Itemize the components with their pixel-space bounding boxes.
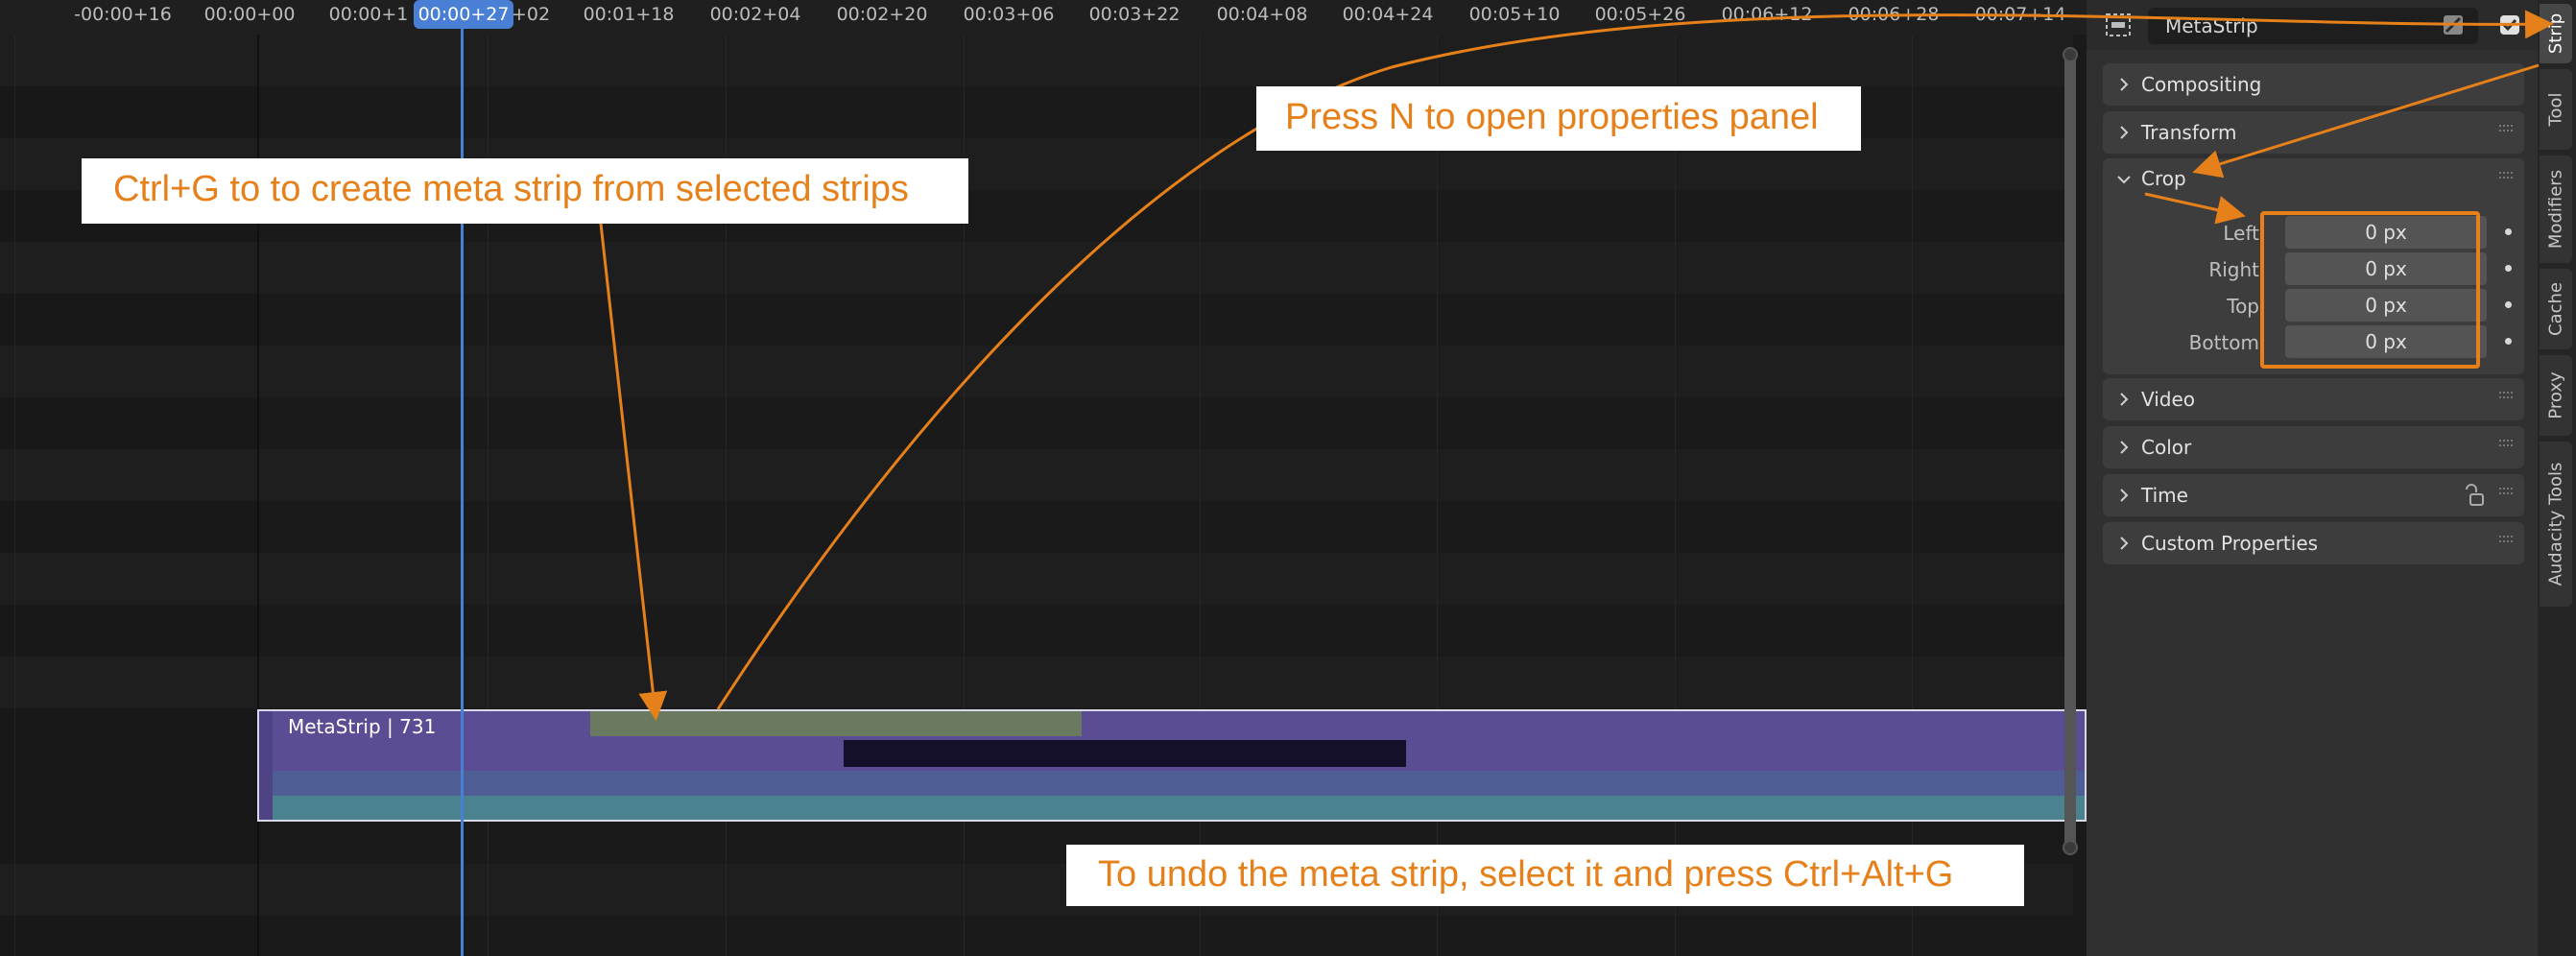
strip-name-field[interactable]: MetaStrip [2148,8,2478,44]
tick-label: 00:04+08 [1216,4,1308,25]
crop-right-label: Right [2208,258,2259,281]
tick-label: 00:02+20 [836,4,928,25]
tick-label: -00:00+16 [74,4,172,25]
tab-label: Audacity Tools [2545,462,2566,586]
vertical-scrollbar[interactable] [2063,47,2078,855]
playhead-frame-label[interactable]: 00:00+27 [414,0,513,29]
tab-label: Strip [2545,12,2566,55]
drag-handle-icon[interactable] [2499,439,2513,448]
callout-create-meta-strip: Ctrl+G to to create meta strip from sele… [82,158,968,224]
chevron-right-icon [2120,393,2129,406]
inner-strip-row [273,771,2085,796]
mute-checkbox[interactable] [2499,14,2520,36]
drag-handle-icon[interactable] [2499,535,2513,544]
tick-label: +02 [511,4,551,25]
tick-label: 00:00+00 [203,4,296,25]
meta-strip-label: MetaStrip | 731 [288,715,437,738]
keyframe-dot-icon[interactable] [2505,338,2512,345]
keyframe-dot-icon[interactable] [2505,228,2512,235]
section-custom-properties[interactable]: Custom Properties [2103,522,2524,564]
tick-label: 00:04+24 [1342,4,1434,25]
channel-band [0,346,2073,397]
inner-strip-clip [590,711,1082,736]
inner-strip-row [273,796,2085,820]
section-color[interactable]: Color [2103,426,2524,468]
section-compositing[interactable]: Compositing [2103,63,2524,106]
sidebar-tabs: Strip Tool Modifiers Cache Proxy Audacit… [2538,0,2576,956]
section-title: Transform [2141,121,2237,144]
tab-label: Modifiers [2545,169,2566,250]
section-title: Color [2141,436,2192,459]
tab-cache[interactable]: Cache [2540,269,2572,349]
tick-label: 00:05+26 [1594,4,1686,25]
section-title: Custom Properties [2141,532,2319,555]
section-title: Crop [2141,167,2186,190]
channel-band [0,242,2073,294]
callout-undo-meta-strip: To undo the meta strip, select it and pr… [1066,845,2024,906]
unlock-icon[interactable] [2463,484,2484,507]
section-title: Video [2141,388,2196,411]
tab-label: Proxy [2545,371,2566,419]
channel-band [0,657,2073,708]
chevron-right-icon [2120,489,2129,502]
section-video[interactable]: Video [2103,378,2524,420]
channel-band [0,553,2073,605]
tick-label: 00:07+14 [1974,4,2066,25]
section-transform[interactable]: Transform [2103,111,2524,154]
time-ruler[interactable]: -00:00+16 00:00+00 00:00+1 +02 00:01+18 … [0,0,2087,35]
color-tag-icon[interactable] [2442,13,2465,36]
drag-handle-icon[interactable] [2499,171,2513,180]
chevron-right-icon [2120,78,2129,91]
tab-strip[interactable]: Strip [2540,4,2572,63]
tick-label: 00:00+1 [328,4,409,25]
section-title: Time [2141,484,2188,507]
grid-line [14,35,15,956]
section-title: Compositing [2141,73,2262,96]
tab-tool[interactable]: Tool [2540,69,2572,150]
crop-bottom-label: Bottom [2188,331,2259,354]
tick-label: 00:03+06 [963,4,1055,25]
properties-sidebar: MetaStrip Compositing Transform Crop Lef… [2087,0,2538,956]
channel-band [0,35,2073,86]
tab-proxy[interactable]: Proxy [2540,355,2572,436]
tick-label: 00:06+28 [1848,4,1940,25]
tab-audacity-tools[interactable]: Audacity Tools [2540,442,2572,607]
tick-label: 00:06+12 [1721,4,1813,25]
strip-header: MetaStrip [2087,0,2538,50]
drag-handle-icon[interactable] [2499,391,2513,400]
scrollbar-cap [2063,840,2078,855]
scrollbar-cap [2063,47,2078,62]
tick-label: 00:03+22 [1088,4,1181,25]
meta-strip[interactable]: MetaStrip | 731 [257,709,2087,822]
drag-handle-icon[interactable] [2499,487,2513,496]
tab-modifiers[interactable]: Modifiers [2540,155,2572,263]
section-time[interactable]: Time [2103,474,2524,516]
chevron-right-icon [2120,537,2129,550]
crop-top-label: Top [2227,295,2259,318]
meta-strip-icon [2106,13,2131,36]
chevron-right-icon [2120,126,2129,139]
tick-label: 00:02+04 [709,4,801,25]
tick-label: 00:05+10 [1468,4,1561,25]
chevron-down-icon [2117,176,2131,184]
crop-left-label: Left [2223,222,2259,245]
drag-handle-icon[interactable] [2499,124,2513,133]
keyframe-dot-icon[interactable] [2505,301,2512,308]
strip-handle[interactable] [259,711,273,820]
keyframe-dot-icon[interactable] [2505,265,2512,272]
crop-fields-highlight [2260,211,2480,369]
callout-open-properties: Press N to open properties panel [1256,86,1861,151]
tab-label: Cache [2545,282,2566,336]
channel-band [0,449,2073,501]
tick-label: 00:01+18 [583,4,675,25]
tab-label: Tool [2545,92,2566,127]
chevron-right-icon [2120,441,2129,454]
inner-strip-clip [844,740,1406,767]
